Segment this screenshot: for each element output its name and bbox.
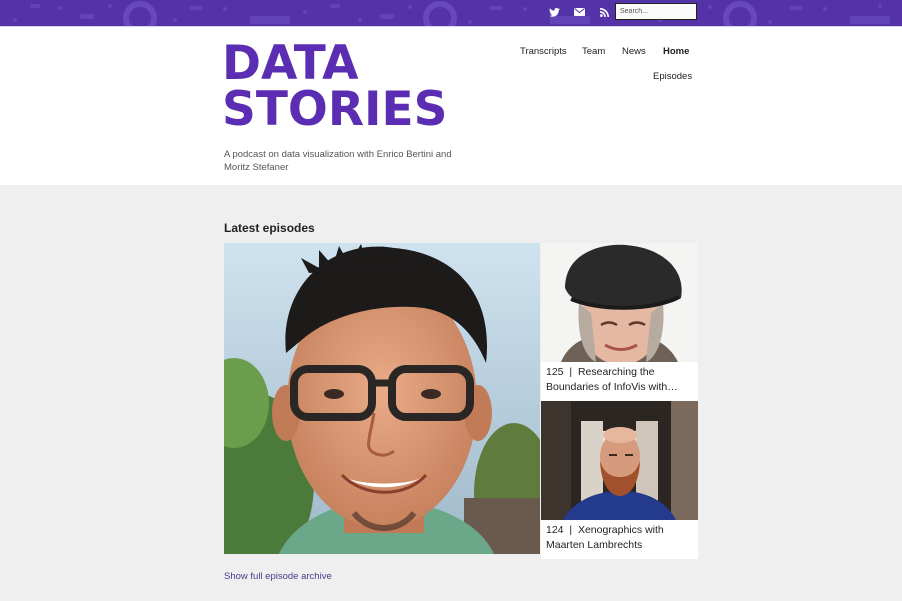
nav-item-home[interactable]: Home — [663, 46, 689, 57]
episode-separator: | — [569, 524, 573, 536]
site-logo[interactable]: DATA STORIES — [222, 36, 448, 137]
mail-icon[interactable] — [572, 5, 586, 19]
rss-icon[interactable] — [597, 5, 611, 19]
search-input[interactable] — [615, 3, 697, 20]
episode-separator: | — [569, 366, 573, 378]
section-title: Latest episodes — [224, 221, 315, 235]
episode-archive-link[interactable]: Show full episode archive — [224, 571, 332, 582]
episode-title: Xenographics with Maarten Lambrechts — [546, 524, 664, 551]
header-pattern — [13, 1, 890, 26]
site-header: DATA STORIES A podcast on data visualiza… — [0, 26, 902, 185]
episode-thumbnail — [541, 243, 698, 362]
nav-item-news[interactable]: News — [622, 46, 646, 57]
featured-episode[interactable] — [224, 243, 540, 554]
nav-item-transcripts[interactable]: Transcripts — [520, 46, 567, 57]
episode-thumbnail — [541, 401, 698, 520]
episode-number: 124 — [546, 524, 564, 536]
episode-card[interactable]: 124 | Xenographics with Maarten Lambrech… — [541, 401, 698, 559]
nav-item-episodes[interactable]: Episodes — [653, 71, 692, 82]
featured-episode-photo — [224, 243, 540, 554]
episode-caption: 124 | Xenographics with Maarten Lambrech… — [546, 523, 696, 553]
episode-title: Researching the Boundaries of InfoVis wi… — [546, 366, 678, 393]
site-tagline: A podcast on data visualization with Enr… — [224, 149, 452, 173]
nav-item-team[interactable]: Team — [582, 46, 605, 57]
episode-number: 125 — [546, 366, 564, 378]
logo-line-1: DATA — [222, 36, 359, 91]
twitter-icon[interactable] — [547, 5, 561, 19]
episode-card[interactable]: 125 | Researching the Boundaries of Info… — [541, 243, 698, 401]
logo-line-2: STORIES — [222, 82, 448, 137]
top-bar — [0, 0, 902, 26]
episode-caption: 125 | Researching the Boundaries of Info… — [546, 365, 696, 395]
